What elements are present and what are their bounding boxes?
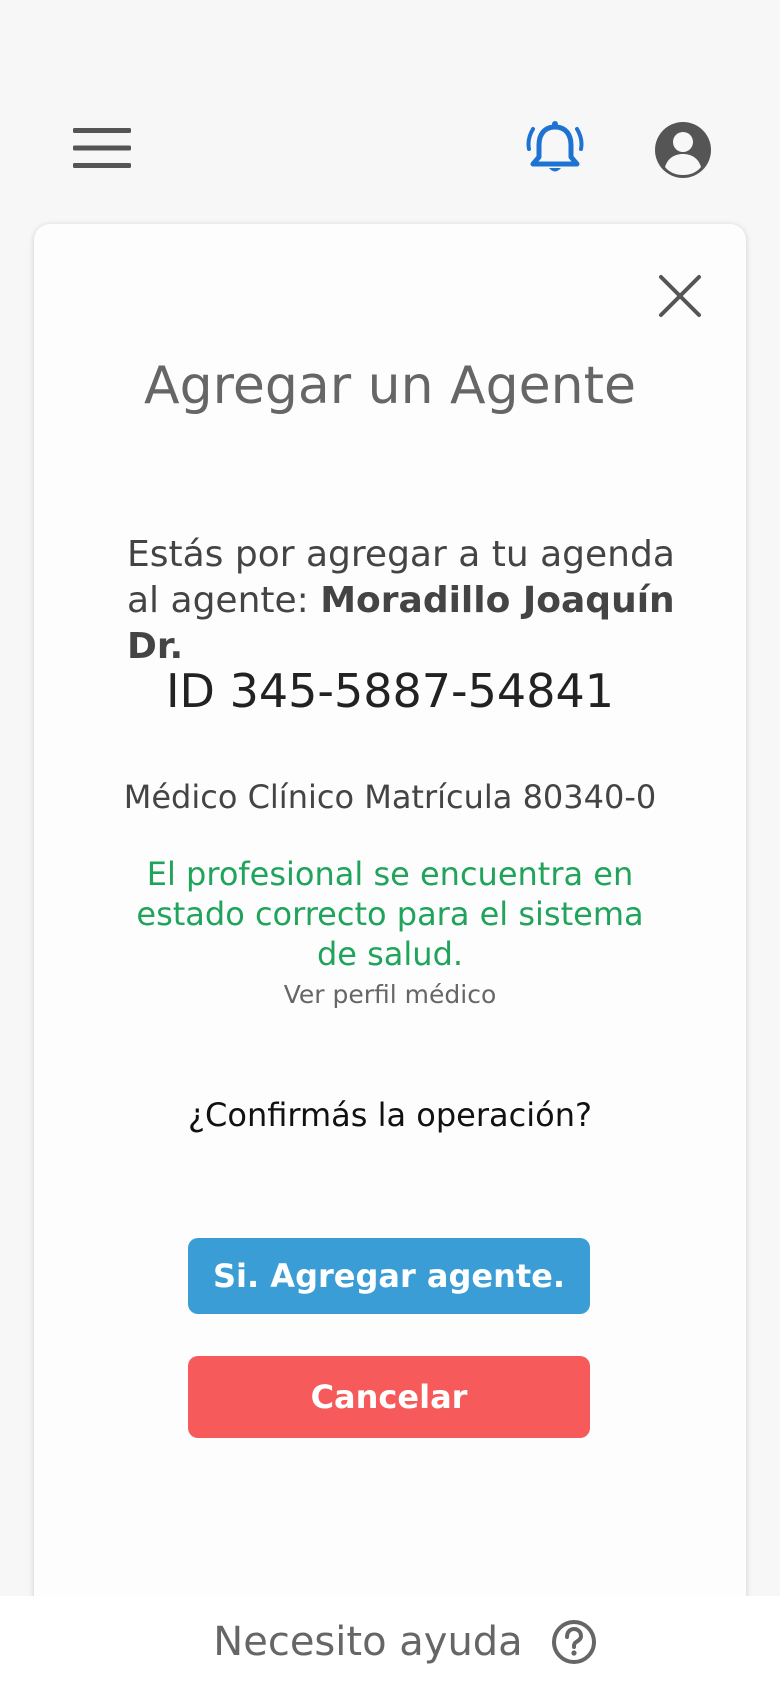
dialog-title: Agregar un Agente: [144, 356, 636, 416]
intro-text: Estás por agregar a tu agenda al agente:…: [127, 532, 687, 670]
help-bar: Necesito ayuda: [0, 1596, 780, 1688]
confirm-button-label: Si. Agregar agente.: [212, 1257, 566, 1295]
cancel-button[interactable]: Cancelar: [188, 1356, 590, 1438]
confirm-question: ¿Confirmás la operación?: [188, 1096, 592, 1134]
cancel-button-label: Cancelar: [310, 1378, 468, 1416]
agent-id: ID 345-5887-54841: [165, 664, 614, 718]
add-agent-dialog: Agregar un Agente Estás por agregar a tu…: [34, 224, 746, 1688]
bell-ringing-icon: [526, 121, 584, 172]
top-bar: [0, 0, 780, 220]
account-button[interactable]: [648, 115, 718, 185]
view-profile-link[interactable]: Ver perfil médico: [34, 980, 746, 1009]
close-icon: [659, 275, 701, 317]
confirm-add-agent-button[interactable]: Si. Agregar agente.: [188, 1238, 590, 1314]
account-circle-icon: [655, 122, 711, 178]
agent-specialty: Médico Clínico Matrícula 80340-0: [123, 778, 657, 816]
close-button[interactable]: [652, 268, 708, 324]
menu-button[interactable]: [70, 118, 134, 178]
status-message: El profesional se encuentra en estado co…: [136, 855, 644, 973]
question-circle-icon: [551, 1620, 596, 1664]
help-button[interactable]: [551, 1619, 597, 1665]
hamburger-menu-icon: [73, 128, 131, 168]
help-link[interactable]: Necesito ayuda: [213, 1619, 522, 1665]
notifications-button[interactable]: [520, 115, 590, 185]
